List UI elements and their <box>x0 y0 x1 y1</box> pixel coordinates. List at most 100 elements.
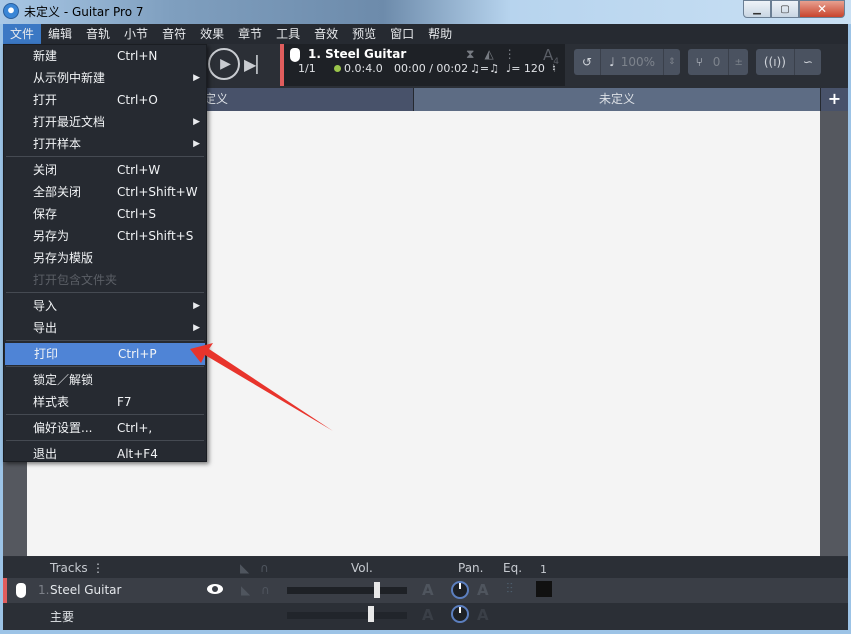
add-tab-button[interactable]: + <box>821 88 848 111</box>
file-menu-item[interactable]: 打开样本 ▶ <box>4 133 206 155</box>
menu-item-4[interactable]: 音符 <box>155 24 193 44</box>
pan-header: Pan. <box>458 561 484 575</box>
broadcast-icon: ((ı)) <box>763 55 786 69</box>
status-dot-icon <box>334 64 341 72</box>
master-row[interactable]: 主要 A A <box>3 603 848 628</box>
tab-inactive[interactable]: 定义 <box>200 88 413 111</box>
file-menu-item[interactable]: 导出 ▶ <box>4 317 206 339</box>
right-toolbar: ↺ ♩ 100% ⇕ ⑂ 0 ± ((ı)) ∽ <box>574 49 821 75</box>
metronome-icon[interactable]: ◭ <box>484 47 493 62</box>
master-volume-slider[interactable] <box>287 612 407 619</box>
hourglass-icon[interactable]: ⧗ <box>466 47 474 62</box>
file-menu-item[interactable]: 保存 Ctrl+S <box>4 203 206 225</box>
tracks-menu-icon[interactable]: ⋮ <box>92 561 104 575</box>
headphones-icon[interactable]: ∩ <box>261 583 270 597</box>
menu-item-5[interactable]: 效果 <box>193 24 231 44</box>
menu-item-9[interactable]: 预览 <box>345 24 383 44</box>
file-menu-item[interactable]: 偏好设置... Ctrl+, <box>4 417 206 439</box>
file-menu-item[interactable]: 新建 Ctrl+N <box>4 45 206 67</box>
minimize-button[interactable]: ▁ <box>743 0 771 18</box>
file-menu-item[interactable]: 导入 ▶ <box>4 295 206 317</box>
loop-button[interactable]: ↺ <box>574 49 602 75</box>
menu-item-11[interactable]: 帮助 <box>421 24 459 44</box>
menu-item-label: 新建 <box>33 49 58 63</box>
menu-separator <box>6 414 204 415</box>
broadcast-button[interactable]: ((ı)) <box>756 49 795 75</box>
play-icon: ▶ <box>220 56 231 72</box>
master-automation-pan-icon[interactable]: A <box>477 606 489 624</box>
tracks-title: Tracks <box>50 561 88 575</box>
menu-item-8[interactable]: 音效 <box>307 24 345 44</box>
transpose-stepper[interactable]: ± <box>729 49 747 75</box>
more-options-icon[interactable]: ⋮ <box>504 47 516 62</box>
menu-item-1[interactable]: 编辑 <box>41 24 79 44</box>
next-button[interactable]: ▶▏ <box>244 55 269 74</box>
triplet-feel[interactable]: ♫=♫ <box>470 62 499 75</box>
file-menu-item[interactable]: 样式表 F7 <box>4 391 206 413</box>
file-menu-item[interactable]: 从示例中新建 ▶ <box>4 67 206 89</box>
menu-item-10[interactable]: 窗口 <box>383 24 421 44</box>
tracks-panel: Tracks ⋮ ◣ ∩ Vol. Pan. Eq. 1 1. Steel Gu… <box>3 557 848 630</box>
guitar-icon <box>16 583 26 598</box>
menu-item-7[interactable]: 工具 <box>269 24 307 44</box>
file-menu-item[interactable]: 关闭 Ctrl+W <box>4 159 206 181</box>
automation-pan-icon[interactable]: A <box>477 581 489 599</box>
pan-knob[interactable] <box>451 581 469 599</box>
file-menu-item[interactable]: 打开最近文档 ▶ <box>4 111 206 133</box>
bar-number: 1 <box>540 563 547 576</box>
mute-all-icon[interactable]: ◣ <box>240 561 249 575</box>
current-track-name: 1. Steel Guitar <box>308 47 407 61</box>
menu-item-label: 关闭 <box>33 163 58 177</box>
menu-item-2[interactable]: 音轨 <box>79 24 117 44</box>
close-button[interactable]: ✕ <box>799 0 845 18</box>
menu-item-label: 打开 <box>33 93 58 107</box>
visibility-eye-icon[interactable] <box>207 584 223 594</box>
bar-cell[interactable] <box>536 581 552 597</box>
audio-group: ((ı)) ∽ <box>755 49 821 75</box>
file-menu-item[interactable]: 全部关闭 Ctrl+Shift+W <box>4 181 206 203</box>
file-menu-item[interactable]: 退出 Alt+F4 <box>4 443 206 465</box>
menu-item-shortcut: Alt+F4 <box>117 447 158 461</box>
menu-item-label: 另存为 <box>33 229 70 243</box>
vertical-scrollbar[interactable] <box>820 111 848 556</box>
play-button[interactable]: ▶ <box>208 48 240 80</box>
file-menu-item[interactable]: 打印 Ctrl+P <box>5 343 205 365</box>
master-automation-volume-icon[interactable]: A <box>422 606 434 624</box>
master-pan-knob[interactable] <box>451 605 469 623</box>
menu-item-shortcut: Ctrl+W <box>117 163 161 177</box>
menu-separator <box>6 440 204 441</box>
time-readout: 00:00 / 00:02 <box>394 61 469 75</box>
menu-separator <box>6 340 204 341</box>
menu-item-label: 偏好设置... <box>33 421 93 435</box>
track-info-panel: 1. Steel Guitar ⧗ ◭ ⋮ A4 1/1 0.0:4.0 00:… <box>280 44 565 86</box>
volume-header: Vol. <box>351 561 373 575</box>
file-menu-item[interactable]: 锁定／解锁 <box>4 369 206 391</box>
menu-item-0[interactable]: 文件 <box>3 24 42 44</box>
master-volume-slider-thumb[interactable] <box>368 606 374 622</box>
speed-control[interactable]: ♩ 100% <box>601 49 665 75</box>
tab-active[interactable]: 未定义 <box>414 88 820 111</box>
track-color-strip <box>3 578 7 603</box>
submenu-arrow-icon: ▶ <box>193 117 200 127</box>
equalizer-icon[interactable]: ⫶⫶ <box>506 581 513 597</box>
tempo[interactable]: ♩= 120 <box>506 62 545 75</box>
volume-slider-thumb[interactable] <box>374 582 380 598</box>
speed-stepper[interactable]: ⇕ <box>664 49 680 75</box>
volume-slider[interactable] <box>287 587 407 594</box>
menu-item-3[interactable]: 小节 <box>117 24 155 44</box>
track-row[interactable]: 1. Steel Guitar ◣ ∩ A A ⫶⫶ <box>3 578 848 603</box>
mute-icon[interactable]: ◣ <box>241 583 250 597</box>
menu-item-shortcut: Ctrl+P <box>118 347 157 361</box>
transpose-control[interactable]: ⑂ 0 <box>688 49 730 75</box>
file-menu-item[interactable]: 打开 Ctrl+O <box>4 89 206 111</box>
guitar-cable-button[interactable]: ∽ <box>795 49 821 75</box>
file-menu-item[interactable]: 另存为 Ctrl+Shift+S <box>4 225 206 247</box>
submenu-arrow-icon: ▶ <box>193 73 200 83</box>
menu-item-6[interactable]: 章节 <box>231 24 269 44</box>
solo-all-icon[interactable]: ∩ <box>260 561 269 575</box>
automation-volume-icon[interactable]: A <box>422 581 434 599</box>
menu-bar: 文件 编辑 音轨 小节 音符 效果 章节 工具 音效 预览 窗口 帮助 <box>3 24 848 44</box>
file-menu-item[interactable]: 另存为模版 <box>4 247 206 269</box>
menu-item-label: 导出 <box>33 321 58 335</box>
maximize-button[interactable]: ▢ <box>771 0 799 18</box>
